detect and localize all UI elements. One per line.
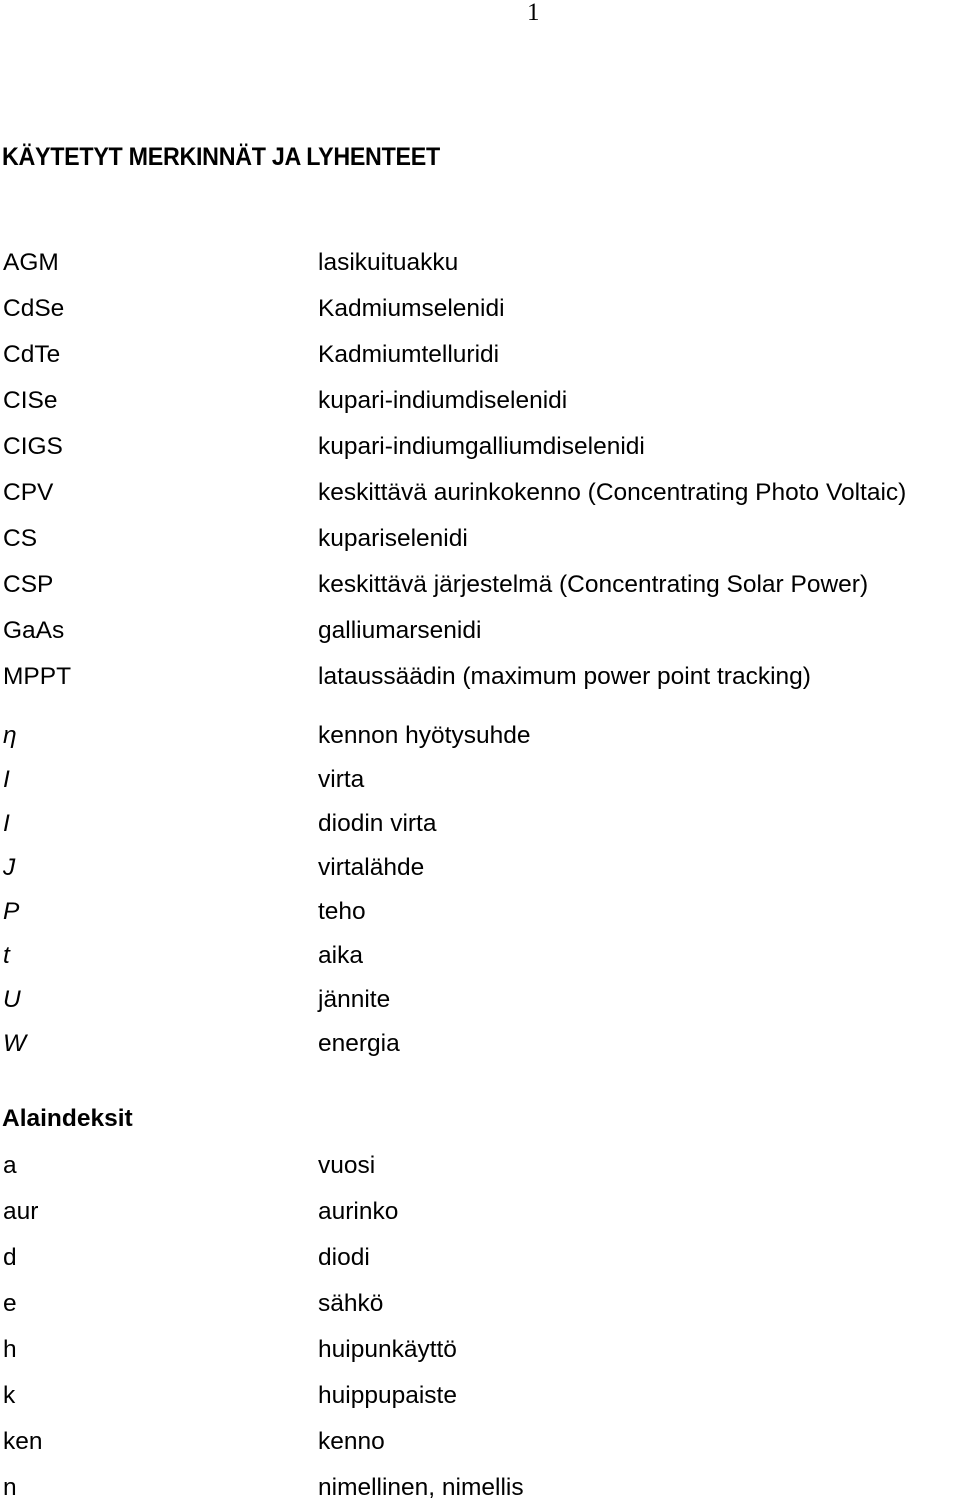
- abbreviation-definition: lasikuituakku: [318, 249, 459, 276]
- abbreviation-definition: Kadmiumselenidi: [318, 295, 505, 322]
- list-item: W energia: [0, 1029, 960, 1059]
- subscript-definition: vuosi: [318, 1152, 376, 1179]
- list-item: CISe kupari-indiumdiselenidi: [0, 386, 960, 416]
- subscript-definition: diodi: [318, 1244, 370, 1271]
- subscript-term: h: [3, 1336, 17, 1363]
- abbreviation-term: GaAs: [3, 617, 65, 644]
- list-item: I diodin virta: [0, 809, 960, 839]
- abbreviation-definition: keskittävä järjestelmä (Concentrating So…: [318, 571, 869, 598]
- symbol-term: J: [3, 854, 16, 881]
- list-item: J virtalähde: [0, 853, 960, 883]
- abbreviation-term: MPPT: [3, 663, 72, 690]
- list-item: MPPT lataussäädin (maximum power point t…: [0, 662, 960, 692]
- subscript-definition: aurinko: [318, 1198, 399, 1225]
- list-item: ken kenno: [0, 1427, 960, 1457]
- abbreviation-definition: kupari-indiumgalliumdiselenidi: [318, 433, 645, 460]
- list-item: P teho: [0, 897, 960, 927]
- list-item: h huipunkäyttö: [0, 1335, 960, 1365]
- abbreviation-term: AGM: [3, 249, 59, 276]
- list-item: AGM lasikuituakku: [0, 248, 960, 278]
- list-item: CSP keskittävä järjestelmä (Concentratin…: [0, 570, 960, 600]
- symbol-term: I: [3, 810, 10, 837]
- symbol-definition: kennon hyötysuhde: [318, 722, 531, 749]
- list-item: CS kupariselenidi: [0, 524, 960, 554]
- list-item: CIGS kupari-indiumgalliumdiselenidi: [0, 432, 960, 462]
- symbol-definition: aika: [318, 942, 363, 969]
- list-item: η kennon hyötysuhde: [0, 721, 960, 751]
- list-item: CdSe Kadmiumselenidi: [0, 294, 960, 324]
- subscript-term: e: [3, 1290, 17, 1317]
- subscript-definition: kenno: [318, 1428, 385, 1455]
- symbol-definition: jännite: [318, 986, 391, 1013]
- page-number: 1: [527, 0, 540, 26]
- abbreviation-term: CSP: [3, 571, 54, 598]
- list-item: t aika: [0, 941, 960, 971]
- symbol-term: U: [3, 986, 21, 1013]
- list-item: a vuosi: [0, 1151, 960, 1181]
- list-item: CPV keskittävä aurinkokenno (Concentrati…: [0, 478, 960, 508]
- list-item: aur aurinko: [0, 1197, 960, 1227]
- abbreviation-definition: kupari-indiumdiselenidi: [318, 387, 568, 414]
- symbol-term: I: [3, 766, 10, 793]
- subscript-term: d: [3, 1244, 17, 1271]
- subscripts-heading: Alaindeksit: [2, 1105, 133, 1132]
- subscript-term: n: [3, 1474, 17, 1501]
- symbol-definition: virtalähde: [318, 854, 425, 881]
- abbreviation-definition: galliumarsenidi: [318, 617, 482, 644]
- abbreviation-definition: kupariselenidi: [318, 525, 468, 552]
- abbreviation-term: CISe: [3, 387, 58, 414]
- list-item: e sähkö: [0, 1289, 960, 1319]
- symbol-term: W: [3, 1030, 27, 1057]
- abbreviation-term: CdSe: [3, 295, 65, 322]
- subscript-term: ken: [3, 1428, 43, 1455]
- abbreviation-definition: lataussäädin (maximum power point tracki…: [318, 663, 811, 690]
- list-item: GaAs galliumarsenidi: [0, 616, 960, 646]
- subscript-definition: huipunkäyttö: [318, 1336, 457, 1363]
- symbol-definition: teho: [318, 898, 366, 925]
- symbol-definition: diodin virta: [318, 810, 437, 837]
- subscript-definition: sähkö: [318, 1290, 384, 1317]
- symbol-term: η: [3, 722, 17, 749]
- abbreviation-term: CPV: [3, 479, 54, 506]
- symbol-definition: virta: [318, 766, 365, 793]
- symbol-term: P: [3, 898, 20, 925]
- subscript-term: k: [3, 1382, 16, 1409]
- subscript-term: aur: [3, 1198, 39, 1225]
- subscript-definition: huippupaiste: [318, 1382, 457, 1409]
- symbol-definition: energia: [318, 1030, 400, 1057]
- symbol-term: t: [3, 942, 10, 969]
- list-item: I virta: [0, 765, 960, 795]
- list-item: d diodi: [0, 1243, 960, 1273]
- list-item: U jännite: [0, 985, 960, 1015]
- list-item: k huippupaiste: [0, 1381, 960, 1411]
- subscript-definition: nimellinen, nimellis: [318, 1474, 524, 1501]
- abbreviation-definition: Kadmiumtelluridi: [318, 341, 500, 368]
- abbreviation-term: CS: [3, 525, 38, 552]
- subscript-term: a: [3, 1152, 17, 1179]
- abbreviation-term: CIGS: [3, 433, 63, 460]
- abbreviation-definition: keskittävä aurinkokenno (Concentrating P…: [318, 479, 907, 506]
- list-item: n nimellinen, nimellis: [0, 1473, 960, 1503]
- abbreviation-term: CdTe: [3, 341, 61, 368]
- list-item: CdTe Kadmiumtelluridi: [0, 340, 960, 370]
- page-heading: KÄYTETYT MERKINNÄT JA LYHENTEET: [2, 143, 440, 171]
